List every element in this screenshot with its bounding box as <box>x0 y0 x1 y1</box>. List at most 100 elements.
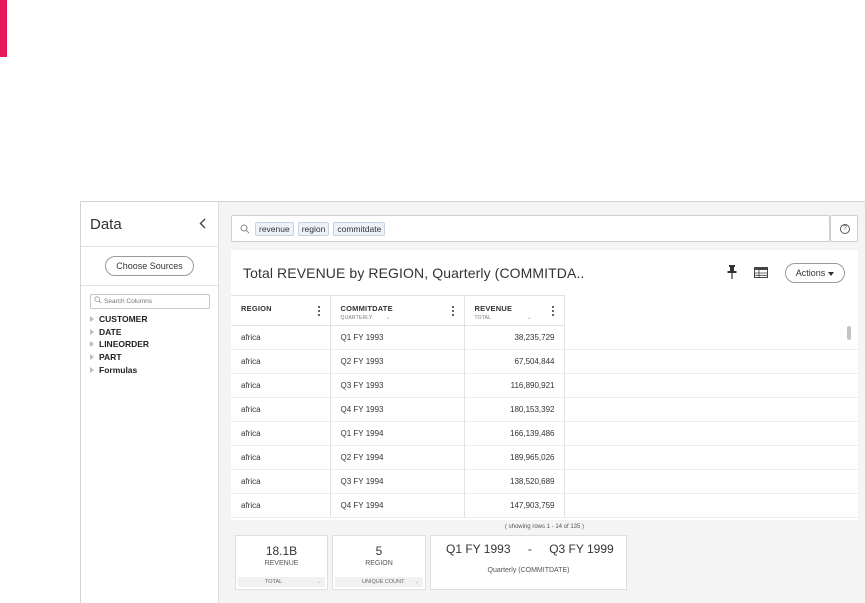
tree-item-label: Formulas <box>99 364 138 375</box>
data-sidebar: Data Choose Sources CUSTOMER DATE LINEOR… <box>81 202 219 603</box>
help-icon: ? <box>840 224 850 234</box>
summary-value: 18.1B <box>265 544 298 558</box>
row-count-status: ( showing rows 1 - 14 of 135 ) <box>504 524 585 530</box>
cell-revenue: 38,235,729 <box>464 325 565 350</box>
cell-commitdate: Q4 FY 1994 <box>330 493 465 518</box>
cell-revenue: 180,153,392 <box>464 397 565 422</box>
caret-down-icon[interactable]: ⌄ <box>527 314 532 321</box>
caret-right-icon <box>90 366 94 373</box>
column-header-revenue[interactable]: REVENUE TOTAL ⌄ <box>464 295 565 326</box>
cell-commitdate: Q1 FY 1993 <box>330 325 465 350</box>
search-icon <box>94 296 102 304</box>
summary-card-revenue[interactable]: 18.1B REVENUE TOTAL ⌄ <box>235 535 328 590</box>
column-search-input[interactable] <box>104 295 208 308</box>
app-window: Data Choose Sources CUSTOMER DATE LINEOR… <box>80 201 865 603</box>
cell-revenue: 116,890,921 <box>464 373 565 398</box>
summary-aggregate-dropdown[interactable]: TOTAL ⌄ <box>238 577 325 587</box>
table-row[interactable]: africa Q2 FY 1994 189,965,026 <box>231 445 858 470</box>
pin-icon[interactable] <box>726 264 738 280</box>
column-search-field[interactable] <box>90 294 210 309</box>
caret-down-icon: ⌄ <box>414 579 419 585</box>
cell-filler <box>564 349 858 374</box>
column-header-commitdate[interactable]: COMMITDATE QUARTERLY ⌄ <box>330 295 465 326</box>
cell-region: africa <box>231 421 331 446</box>
source-tree: CUSTOMER DATE LINEORDER PART Formulas <box>90 313 149 376</box>
summary-card-date-range[interactable]: Q1 FY 1993 - Q3 FY 1999 Quarterly (COMMI… <box>430 535 627 590</box>
table-row[interactable]: africa Q3 FY 1994 138,520,689 <box>231 469 858 494</box>
cell-region: africa <box>231 469 331 494</box>
caret-down-icon <box>828 271 835 276</box>
brand-accent-bar <box>0 0 7 57</box>
date-range-label: Quarterly (COMMITDATE) <box>487 567 570 574</box>
cell-commitdate: Q3 FY 1994 <box>330 469 465 494</box>
cell-filler <box>564 373 858 398</box>
table-row[interactable]: africa Q1 FY 1993 38,235,729 <box>231 325 858 350</box>
column-label: REGION <box>241 304 272 313</box>
more-options-icon[interactable] <box>551 306 555 317</box>
search-token[interactable]: commitdate <box>333 222 386 236</box>
column-label: COMMITDATE <box>340 304 393 313</box>
summary-label: REGION <box>365 560 393 567</box>
cell-revenue: 67,504,844 <box>464 349 565 374</box>
cell-region: africa <box>231 445 331 470</box>
cell-revenue: 189,965,026 <box>464 445 565 470</box>
answer-title: Total REVENUE by REGION, Quarterly (COMM… <box>243 265 585 281</box>
table-view-icon[interactable] <box>754 267 768 278</box>
search-bar[interactable]: revenue region commitdate <box>231 215 830 242</box>
summary-label: REVENUE <box>264 560 299 567</box>
summary-card-region[interactable]: 5 REGION UNIQUE COUNT ⌄ <box>332 535 426 590</box>
tree-item-formulas[interactable]: Formulas <box>90 363 149 376</box>
caret-down-icon: ⌄ <box>316 579 321 585</box>
column-aggregate-label[interactable]: TOTAL <box>475 315 492 321</box>
cell-filler <box>564 325 858 350</box>
help-button[interactable]: ? <box>830 215 858 242</box>
cell-revenue: 138,520,689 <box>464 469 565 494</box>
summary-aggregate-dropdown[interactable]: UNIQUE COUNT ⌄ <box>335 577 423 587</box>
more-options-icon[interactable] <box>317 306 321 317</box>
sidebar-header: Data <box>81 202 218 247</box>
column-header-region[interactable]: REGION <box>231 295 331 326</box>
chevron-left-icon[interactable] <box>199 216 206 232</box>
column-label: REVENUE <box>474 304 513 313</box>
table-row[interactable]: africa Q2 FY 1993 67,504,844 <box>231 349 858 374</box>
cell-revenue: 166,139,486 <box>464 421 565 446</box>
date-range-start: Q1 FY 1993 <box>446 542 511 556</box>
cell-commitdate: Q3 FY 1993 <box>330 373 465 398</box>
cell-commitdate: Q4 FY 1993 <box>330 397 465 422</box>
tree-item-customer[interactable]: CUSTOMER <box>90 313 149 326</box>
search-tokens: revenue region commitdate <box>255 222 386 236</box>
sidebar-divider <box>81 285 218 286</box>
table-row[interactable]: africa Q3 FY 1993 116,890,921 <box>231 373 858 398</box>
tree-item-date[interactable]: DATE <box>90 326 149 339</box>
cell-filler <box>564 421 858 446</box>
table-row[interactable]: africa Q4 FY 1994 147,903,759 <box>231 493 858 518</box>
search-token[interactable]: region <box>297 222 330 236</box>
caret-right-icon <box>90 341 94 348</box>
table-scrollbar[interactable] <box>847 326 851 340</box>
table-row[interactable]: africa Q4 FY 1993 180,153,392 <box>231 397 858 422</box>
table-row[interactable]: africa Q1 FY 1994 166,139,486 <box>231 421 858 446</box>
cell-region: africa <box>231 349 331 374</box>
table-filler <box>564 295 858 326</box>
main-panel: revenue region commitdate ? Total REVENU… <box>219 202 865 603</box>
tree-item-lineorder[interactable]: LINEORDER <box>90 338 149 351</box>
search-icon <box>240 224 250 234</box>
cell-commitdate: Q2 FY 1993 <box>330 349 465 374</box>
cell-region: africa <box>231 373 331 398</box>
cell-region: africa <box>231 493 331 518</box>
cell-commitdate: Q1 FY 1994 <box>330 421 465 446</box>
date-range-separator: - <box>527 542 532 556</box>
actions-button[interactable]: Actions <box>785 263 845 283</box>
search-token[interactable]: revenue <box>255 222 294 236</box>
more-options-icon[interactable] <box>451 306 455 317</box>
cell-filler <box>564 397 858 422</box>
answer-card: Total REVENUE by REGION, Quarterly (COMM… <box>231 250 858 520</box>
sidebar-title: Data <box>90 216 122 233</box>
date-range-value: Q1 FY 1993 - Q3 FY 1999 <box>446 542 614 556</box>
actions-label: Actions <box>795 268 826 278</box>
choose-sources-button[interactable]: Choose Sources <box>105 256 194 276</box>
tree-item-part[interactable]: PART <box>90 351 149 364</box>
caret-right-icon <box>90 354 94 361</box>
column-bucket-label[interactable]: QUARTERLY <box>341 315 373 321</box>
caret-down-icon[interactable]: ⌄ <box>386 314 391 321</box>
